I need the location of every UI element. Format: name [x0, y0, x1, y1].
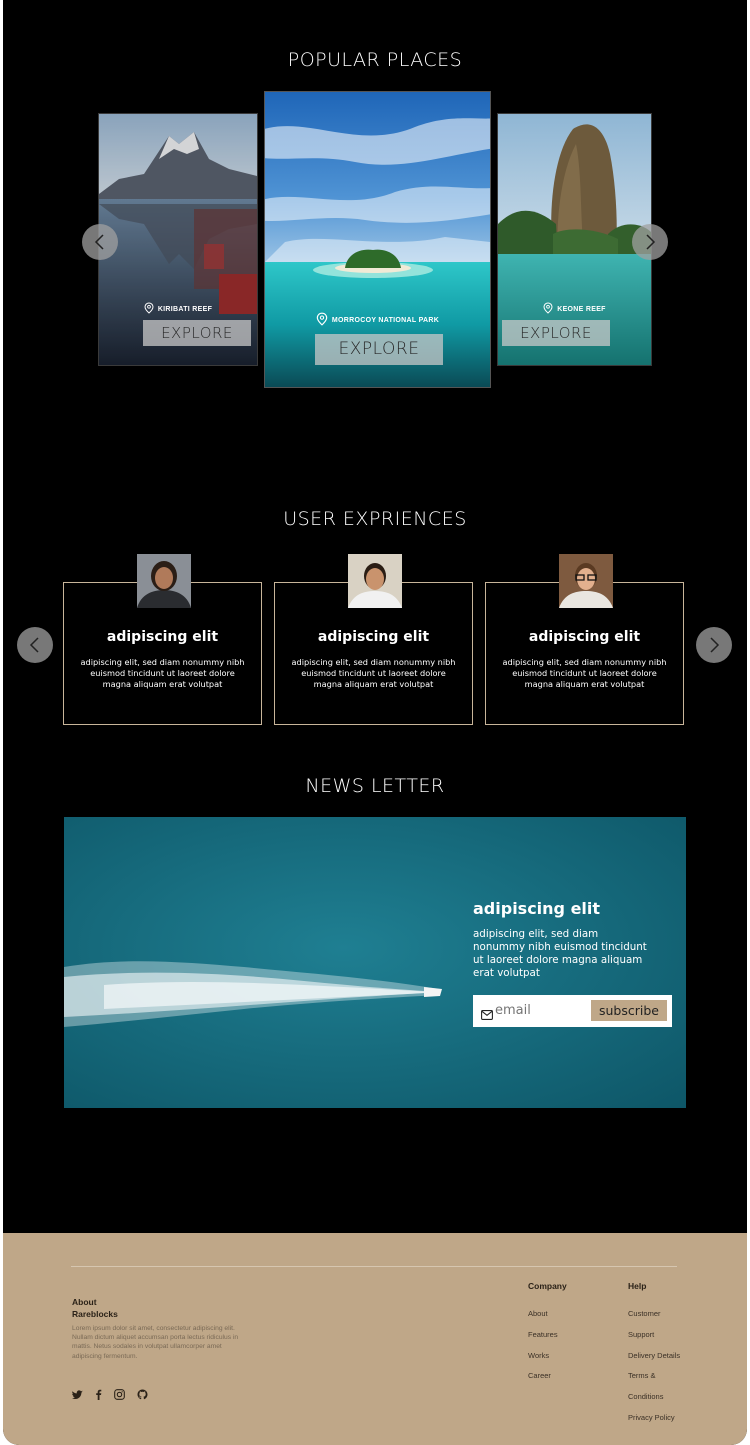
location-label: KIRIBATI REEF	[157, 305, 213, 313]
page: POPULAR PLACES KIRIBATI REEF EXPLORE KEO…	[3, 0, 747, 1445]
newsletter-form: subscribe	[473, 995, 672, 1027]
footer-divider	[71, 1266, 677, 1267]
explore-button[interactable]: EXPLORE	[502, 320, 610, 346]
experience-text: adipiscing elit, sed diam nonummy nibh e…	[502, 657, 667, 689]
footer-link-about[interactable]: About	[528, 1309, 548, 1318]
twitter-icon[interactable]	[72, 1385, 83, 1404]
place-card-center[interactable]: MORROCOY NATIONAL PARK EXPLORE	[264, 91, 491, 388]
newsletter-heading: adipiscing elit	[473, 899, 601, 918]
avatar	[559, 554, 613, 608]
chevron-left-icon	[94, 234, 104, 250]
social-links	[72, 1385, 148, 1404]
experience-title: adipiscing elit	[528, 629, 641, 645]
places-next-button[interactable]	[632, 224, 668, 260]
experience-title: adipiscing elit	[106, 629, 219, 645]
experience-title: adipiscing elit	[317, 629, 430, 645]
location-pin-icon	[144, 302, 154, 316]
newsletter-text: adipiscing elit, sed diam nonummy nibh e…	[473, 928, 647, 979]
popular-places-title: POPULAR PLACES	[287, 49, 463, 71]
explore-button[interactable]: EXPLORE	[315, 334, 443, 365]
location-label: KEONE REEF	[557, 305, 606, 313]
chevron-right-icon	[646, 234, 656, 250]
footer-link-customer[interactable]: Customer	[628, 1309, 661, 1318]
user-experiences-title: USER EXPRIENCES	[283, 508, 467, 530]
places-prev-button[interactable]	[82, 224, 118, 260]
experiences-next-button[interactable]	[696, 627, 732, 663]
place-location: MORROCOY NATIONAL PARK	[265, 312, 490, 328]
footer: About Rareblocks Lorem ipsum dolor sit a…	[3, 1233, 747, 1445]
footer-link-conditions[interactable]: Conditions	[628, 1392, 663, 1401]
footer-link-terms[interactable]: Terms &	[628, 1371, 656, 1380]
facebook-icon[interactable]	[95, 1385, 102, 1404]
place-location: KIRIBATI REEF	[99, 302, 257, 316]
chevron-right-icon	[710, 637, 720, 653]
footer-link-privacy-policy[interactable]: Privacy Policy	[628, 1413, 675, 1422]
footer-link-delivery-details[interactable]: Delivery Details	[628, 1351, 680, 1360]
experiences-prev-button[interactable]	[17, 627, 53, 663]
subscribe-button[interactable]: subscribe	[591, 1000, 667, 1021]
footer-link-features[interactable]: Features	[528, 1330, 558, 1339]
github-icon[interactable]	[137, 1385, 148, 1404]
place-card-left[interactable]: KIRIBATI REEF EXPLORE	[98, 113, 258, 366]
footer-help-title: Help	[628, 1281, 647, 1291]
footer-link-works[interactable]: Works	[528, 1351, 549, 1360]
footer-about-text: Lorem ipsum dolor sit amet, consectetur …	[72, 1325, 239, 1360]
place-card-right[interactable]: KEONE REEF EXPLORE	[497, 113, 652, 366]
experience-text: adipiscing elit, sed diam nonummy nibh e…	[80, 657, 245, 689]
location-pin-icon	[316, 312, 328, 328]
mail-icon	[481, 1005, 493, 1024]
footer-link-career[interactable]: Career	[528, 1371, 551, 1380]
location-pin-icon	[543, 302, 553, 316]
footer-about-title: About	[72, 1297, 97, 1307]
place-location: KEONE REEF	[498, 302, 651, 316]
footer-brand: Rareblocks	[72, 1309, 118, 1319]
newsletter-banner: adipiscing elit adipiscing elit, sed dia…	[64, 817, 686, 1108]
location-label: MORROCOY NATIONAL PARK	[331, 316, 440, 324]
explore-button[interactable]: EXPLORE	[143, 320, 251, 346]
avatar	[348, 554, 402, 608]
avatar	[137, 554, 191, 608]
instagram-icon[interactable]	[114, 1385, 125, 1404]
footer-company-title: Company	[528, 1281, 567, 1291]
email-input[interactable]	[495, 1000, 585, 1020]
experience-text: adipiscing elit, sed diam nonummy nibh e…	[291, 657, 456, 689]
newsletter-title: NEWS LETTER	[305, 775, 445, 797]
footer-link-support[interactable]: Support	[628, 1330, 654, 1339]
chevron-left-icon	[29, 637, 39, 653]
